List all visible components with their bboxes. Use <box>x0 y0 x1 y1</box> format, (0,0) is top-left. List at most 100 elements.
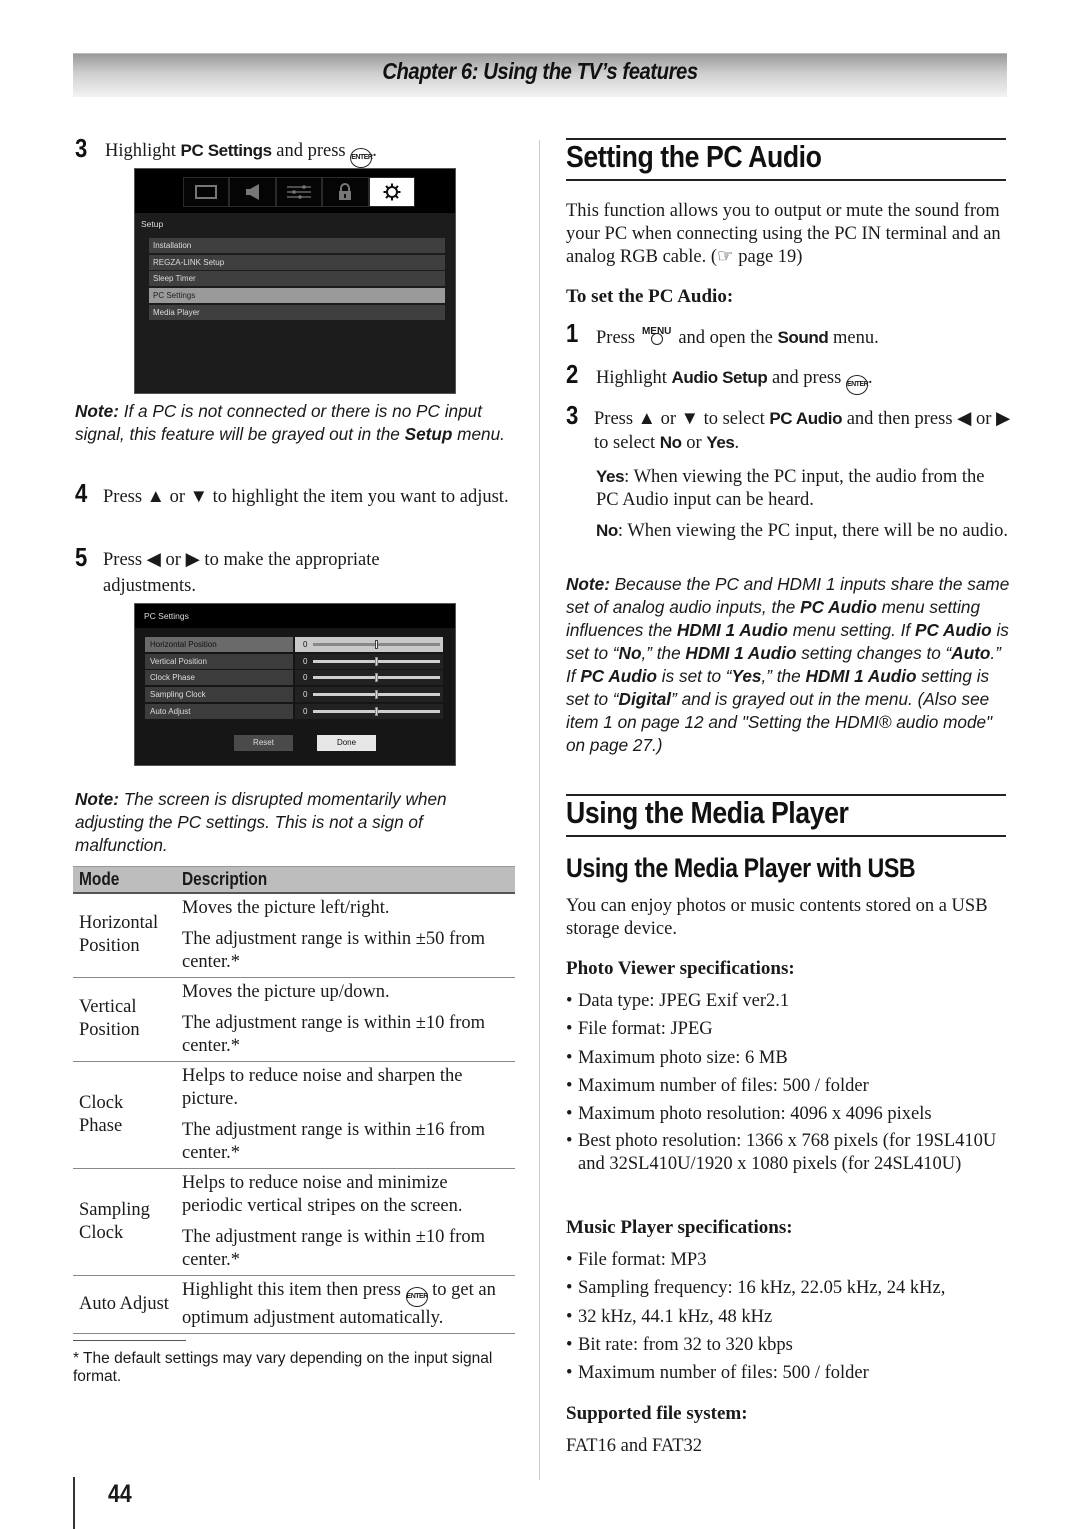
to-set-pc-audio-heading: To set the PC Audio: <box>566 286 734 307</box>
setup-menu-item[interactable]: Installation <box>149 238 445 253</box>
music-player-specs-list: File format: MP3Sampling frequency: 16 k… <box>566 1246 1011 1388</box>
pc-setting-row[interactable]: Clock Phase 0 <box>145 670 443 686</box>
mode-cell: Clock Phase <box>73 1061 176 1169</box>
setup-menu-item[interactable]: Media Player <box>149 304 445 320</box>
chapter-title: Chapter 6: Using the TV’s features <box>382 58 698 84</box>
music-player-specs-heading: Music Player specifications: <box>566 1217 793 1238</box>
pc-setting-row[interactable]: Sampling Clock 0 <box>145 687 443 703</box>
mode-cell: Horizontal Position <box>73 892 176 978</box>
reset-button[interactable]: Reset <box>234 735 293 751</box>
enter-button-icon: ENTER <box>405 1286 428 1307</box>
mode-cell: Auto Adjust <box>73 1275 176 1334</box>
column-header-description: Description <box>176 866 515 894</box>
preferences-tab[interactable] <box>275 177 323 207</box>
sound-tab[interactable] <box>229 177 276 207</box>
step-number: 3 <box>75 133 88 163</box>
pc-setting-number: 0 <box>303 673 308 683</box>
sound-icon <box>245 184 259 200</box>
note-pc-hdmi-audio: Note: Because the PC and HDMI 1 inputs s… <box>566 574 1010 755</box>
step-3-text: Highlight PC Settings and press ENTER. <box>105 139 525 168</box>
setup-title: Setup <box>141 219 164 229</box>
done-button[interactable]: Done <box>317 735 376 751</box>
spec-list-item: Maximum photo resolution: 4096 x 4096 pi… <box>566 1100 1011 1129</box>
description-cell: Helps to reduce noise and sharpen the pi… <box>176 1061 515 1169</box>
description-text: Helps to reduce noise and sharpen the pi… <box>182 1065 463 1109</box>
lock-icon <box>339 183 352 200</box>
pc-setting-number: 0 <box>303 656 308 666</box>
pc-setting-label: Clock Phase <box>145 670 293 686</box>
section-title-pc-audio: Setting the PC Audio <box>566 139 822 174</box>
table-header-row: Mode Description <box>73 866 515 894</box>
slider-thumb[interactable] <box>374 673 378 683</box>
section-rule-bottom <box>566 835 1006 837</box>
table-row: Auto Adjust Highlight this item then pres… <box>73 1275 515 1334</box>
table-row: Vertical Position Moves the picture up/do… <box>73 977 515 1062</box>
description-text: The adjustment range is within ±10 from … <box>182 1226 486 1270</box>
yes-option-description: Yes: When viewing the PC input, the audi… <box>596 467 985 510</box>
setup-menu-item[interactable]: Sleep Timer <box>149 271 445 287</box>
audio-step-1-text: Press MENU and open the Sound menu. <box>596 325 879 348</box>
picture-tab[interactable] <box>183 177 230 207</box>
pc-audio-intro: This function allows you to output or mu… <box>566 201 1001 267</box>
spec-list-item: Maximum number of files: 500 / folder <box>566 1072 1011 1101</box>
setup-tab[interactable] <box>368 177 416 207</box>
spec-list-item: File format: MP3 <box>566 1246 1011 1275</box>
section-title-media-player: Using the Media Player <box>566 795 849 830</box>
table-row: Sampling Clock Helps to reduce noise and … <box>73 1168 515 1276</box>
note-screen-disrupted: Note: The screen is disrupted momentaril… <box>75 789 447 855</box>
description-text: The adjustment range is within ±50 from … <box>182 928 486 972</box>
section-rule-bottom <box>566 179 1006 181</box>
setup-menu-item[interactable]: PC Settings <box>149 288 445 304</box>
chapter-header: Chapter 6: Using the TV’s features <box>73 53 1007 97</box>
pc-setting-label: Auto Adjust <box>145 703 293 719</box>
slider-thumb[interactable] <box>374 640 378 649</box>
preferences-icon <box>287 185 312 199</box>
picture-icon <box>195 185 218 199</box>
footnote: * The default settings may vary dependin… <box>73 1350 493 1385</box>
pc-setting-number: 0 <box>303 690 308 700</box>
setup-icon <box>383 183 401 201</box>
sound-menu-label: Sound <box>777 328 829 347</box>
spec-list-item: Data type: JPEG Exif ver2.1 <box>566 987 1011 1016</box>
table-row: Horizontal Position Moves the picture lef… <box>73 892 515 978</box>
pc-setting-value: 0 <box>295 687 443 703</box>
photo-viewer-specs-list: Data type: JPEG Exif ver2.1File format: … <box>566 987 1011 1176</box>
spec-list-item: 32 kHz, 44.1 kHz, 48 kHz <box>566 1303 1011 1332</box>
pc-setting-value: 0 <box>295 653 443 669</box>
pc-setting-label: Horizontal Position <box>145 637 293 652</box>
subsection-title-usb: Using the Media Player with USB <box>566 853 916 883</box>
page-number-bar <box>73 1477 75 1529</box>
description-text: Moves the picture left/right. <box>182 897 390 918</box>
menu-icon-bar <box>183 177 416 207</box>
pc-settings-screenshot: PC Settings Horizontal Position 0 Vertical… <box>134 603 456 766</box>
supported-file-system-heading: Supported file system: <box>566 1403 748 1424</box>
slider-thumb[interactable] <box>374 690 378 700</box>
page-number: 44 <box>108 1480 132 1508</box>
description-text: The adjustment range is within ±16 from … <box>182 1119 486 1163</box>
spec-list-item: Sampling frequency: 16 kHz, 22.05 kHz, 2… <box>566 1274 1011 1303</box>
description-text: Moves the picture up/down. <box>182 981 390 1002</box>
step-number: 3 <box>566 400 579 430</box>
spec-list-item: Bit rate: from 32 to 320 kbps <box>566 1331 1011 1360</box>
slider-thumb[interactable] <box>374 706 378 716</box>
pc-setting-row[interactable]: Horizontal Position 0 <box>145 637 443 652</box>
lock-tab[interactable] <box>322 177 369 207</box>
menu-button-icon: MENU <box>640 325 674 345</box>
pc-setting-row[interactable]: Vertical Position 0 <box>145 653 443 669</box>
pc-setting-label: Vertical Position <box>145 653 293 669</box>
step-4-text: Press ▲ or ▼ to highlight the item you w… <box>103 487 509 507</box>
media-player-intro: You can enjoy photos or music contents s… <box>566 896 988 939</box>
photo-viewer-specs-heading: Photo Viewer specifications: <box>566 958 795 979</box>
spec-list-item: Best photo resolution: 1366 x 768 pixels… <box>566 1128 1011 1176</box>
spec-list-item: Maximum number of files: 500 / folder <box>566 1359 1011 1388</box>
slider-thumb[interactable] <box>374 656 378 666</box>
setup-menu-list: Installation REGZA-LINK Setup Sleep Timer P… <box>149 238 445 321</box>
table-row: Clock Phase Helps to reduce noise and sha… <box>73 1061 515 1169</box>
pc-settings-label: PC Settings <box>180 141 272 160</box>
pc-setting-value: 0 <box>295 637 443 652</box>
step-number: 5 <box>75 542 88 572</box>
pc-setting-row[interactable]: Auto Adjust 0 <box>145 703 443 719</box>
column-header-mode: Mode <box>73 866 176 894</box>
setup-menu-item[interactable]: REGZA-LINK Setup <box>149 254 445 270</box>
pc-setting-number: 0 <box>303 706 308 716</box>
